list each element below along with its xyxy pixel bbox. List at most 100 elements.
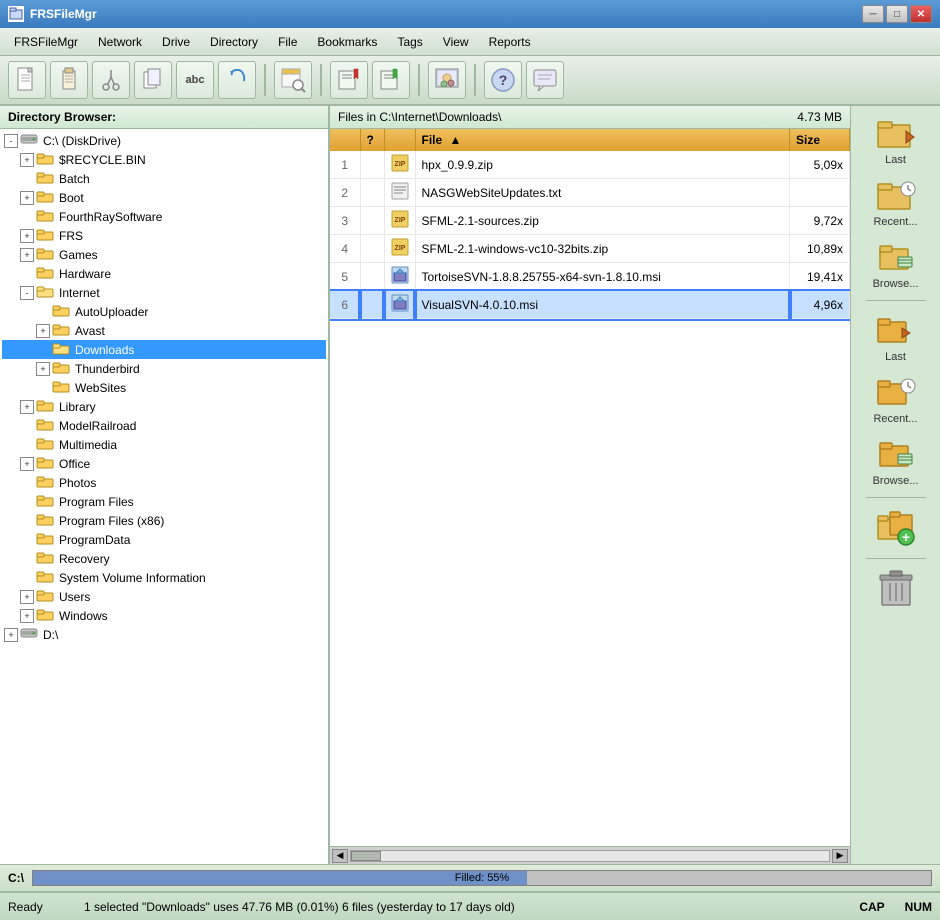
hscroll-track[interactable] — [350, 850, 830, 862]
hscroll-thumb[interactable] — [351, 851, 381, 861]
folder-icon — [36, 455, 54, 472]
tree-item[interactable]: +Windows — [2, 606, 326, 625]
undo-button[interactable] — [218, 61, 256, 99]
table-row[interactable]: 5 TortoiseSVN-1.8.8.25755-x64-svn-1.8.10… — [330, 263, 850, 291]
col-size[interactable]: Size — [790, 129, 850, 151]
tree-item[interactable]: Program Files — [2, 492, 326, 511]
table-row[interactable]: 6 VisualSVN-4.0.10.msi 4,96x — [330, 291, 850, 319]
tree-expander[interactable]: - — [4, 134, 18, 148]
tree-item[interactable]: +Thunderbird — [2, 359, 326, 378]
hscroll-left[interactable]: ◀ — [332, 849, 348, 863]
menu-item-reports[interactable]: Reports — [479, 32, 541, 52]
folder-recent-icon — [873, 176, 919, 216]
tree-expander[interactable]: + — [20, 400, 34, 414]
tree-item[interactable]: Downloads — [2, 340, 326, 359]
dir-tree[interactable]: -C:\ (DiskDrive) + $RECYCLE.BIN Batch+BootF… — [0, 129, 328, 864]
minimize-button[interactable]: ─ — [862, 5, 884, 23]
tree-item[interactable]: Photos — [2, 473, 326, 492]
hscroll-right[interactable]: ▶ — [832, 849, 848, 863]
tree-item-label: Program Files (x86) — [59, 514, 164, 528]
tree-item[interactable]: System Volume Information — [2, 568, 326, 587]
hscroll-bar[interactable]: ◀ ▶ — [330, 846, 850, 864]
tree-item[interactable]: ModelRailroad — [2, 416, 326, 435]
tree-item[interactable]: AutoUploader — [2, 302, 326, 321]
folder-icon — [36, 246, 54, 263]
rp-browse-dest[interactable]: Browse... — [858, 431, 934, 491]
tree-expander[interactable]: + — [4, 628, 18, 642]
menu-item-directory[interactable]: Directory — [200, 32, 268, 52]
tree-item[interactable]: Multimedia — [2, 435, 326, 454]
tree-item[interactable]: Program Files (x86) — [2, 511, 326, 530]
copy-green-icon: + — [873, 508, 919, 548]
svg-text:ZIP: ZIP — [394, 245, 405, 252]
maximize-button[interactable]: □ — [886, 5, 908, 23]
tree-expander[interactable]: + — [20, 590, 34, 604]
bookmark2-button[interactable] — [372, 61, 410, 99]
col-flag[interactable]: ? — [360, 129, 384, 151]
tree-item[interactable]: FourthRaySoftware — [2, 207, 326, 226]
comment-button[interactable] — [526, 61, 564, 99]
file-table-wrap[interactable]: ? File ▲ Size 1 ZIP hpx_0.9.9.zip 5,09x … — [330, 129, 850, 846]
tree-item[interactable]: Hardware — [2, 264, 326, 283]
tree-expander[interactable]: + — [20, 191, 34, 205]
table-row[interactable]: 4 ZIP SFML-2.1-windows-vc10-32bits.zip 1… — [330, 235, 850, 263]
tree-expander[interactable]: + — [20, 457, 34, 471]
find-button[interactable] — [274, 61, 312, 99]
tree-item[interactable]: -Internet — [2, 283, 326, 302]
rename-button[interactable]: abc — [176, 61, 214, 99]
copy-button[interactable] — [134, 61, 172, 99]
rp-delete-button[interactable] — [858, 565, 934, 613]
tree-item[interactable]: +FRS — [2, 226, 326, 245]
file-total-size: 4.73 MB — [797, 110, 842, 124]
menu-item-bookmarks[interactable]: Bookmarks — [307, 32, 387, 52]
tree-item[interactable]: +Games — [2, 245, 326, 264]
tree-item[interactable]: Batch — [2, 169, 326, 188]
tree-item[interactable]: WebSites — [2, 378, 326, 397]
view-button[interactable] — [428, 61, 466, 99]
new-button[interactable] — [8, 61, 46, 99]
cut-button[interactable] — [92, 61, 130, 99]
tree-item[interactable]: + $RECYCLE.BIN — [2, 150, 326, 169]
tree-expander[interactable]: + — [20, 153, 34, 167]
rp-last-source[interactable]: Last — [858, 110, 934, 170]
tree-expander[interactable]: + — [20, 248, 34, 262]
tree-item[interactable]: +Office — [2, 454, 326, 473]
tree-item-label: System Volume Information — [59, 571, 206, 585]
menu-item-tags[interactable]: Tags — [387, 32, 432, 52]
bookmark1-button[interactable] — [330, 61, 368, 99]
tree-item[interactable]: +Users — [2, 587, 326, 606]
tree-expander[interactable]: + — [20, 229, 34, 243]
col-file[interactable]: File ▲ — [415, 129, 790, 151]
menu-item-view[interactable]: View — [433, 32, 479, 52]
help-button[interactable]: ? — [484, 61, 522, 99]
tree-expander[interactable]: + — [36, 362, 50, 376]
tree-item[interactable]: +D:\ — [2, 625, 326, 644]
rp-browse-source[interactable]: Browse... — [858, 234, 934, 294]
tree-item[interactable]: +Library — [2, 397, 326, 416]
tree-item-label: Avast — [75, 324, 105, 338]
table-row[interactable]: 2 NASGWebSiteUpdates.txt — [330, 179, 850, 207]
menu-item-drive[interactable]: Drive — [152, 32, 200, 52]
tree-expander[interactable]: - — [20, 286, 34, 300]
row-number: 5 — [330, 263, 360, 291]
menu-item-file[interactable]: File — [268, 32, 307, 52]
tree-item[interactable]: ProgramData — [2, 530, 326, 549]
rp-last-dest[interactable]: Last — [858, 307, 934, 367]
close-button[interactable]: ✕ — [910, 5, 932, 23]
tree-expander[interactable]: + — [36, 324, 50, 338]
rp-recent-source[interactable]: Recent... — [858, 172, 934, 232]
menu-item-frsfilemgr[interactable]: FRSFileMgr — [4, 32, 88, 52]
tree-expander[interactable]: + — [20, 609, 34, 623]
tree-item[interactable]: + Avast — [2, 321, 326, 340]
folder-icon — [36, 531, 54, 548]
tree-item[interactable]: Recovery — [2, 549, 326, 568]
table-row[interactable]: 1 ZIP hpx_0.9.9.zip 5,09x — [330, 151, 850, 179]
tree-item-label: $RECYCLE.BIN — [59, 153, 146, 167]
clipboard-button[interactable] — [50, 61, 88, 99]
tree-item[interactable]: +Boot — [2, 188, 326, 207]
rp-recent-dest[interactable]: Recent... — [858, 369, 934, 429]
tree-item[interactable]: -C:\ (DiskDrive) — [2, 131, 326, 150]
table-row[interactable]: 3 ZIP SFML-2.1-sources.zip 9,72x — [330, 207, 850, 235]
menu-item-network[interactable]: Network — [88, 32, 152, 52]
rp-copy-button[interactable]: + — [858, 504, 934, 552]
